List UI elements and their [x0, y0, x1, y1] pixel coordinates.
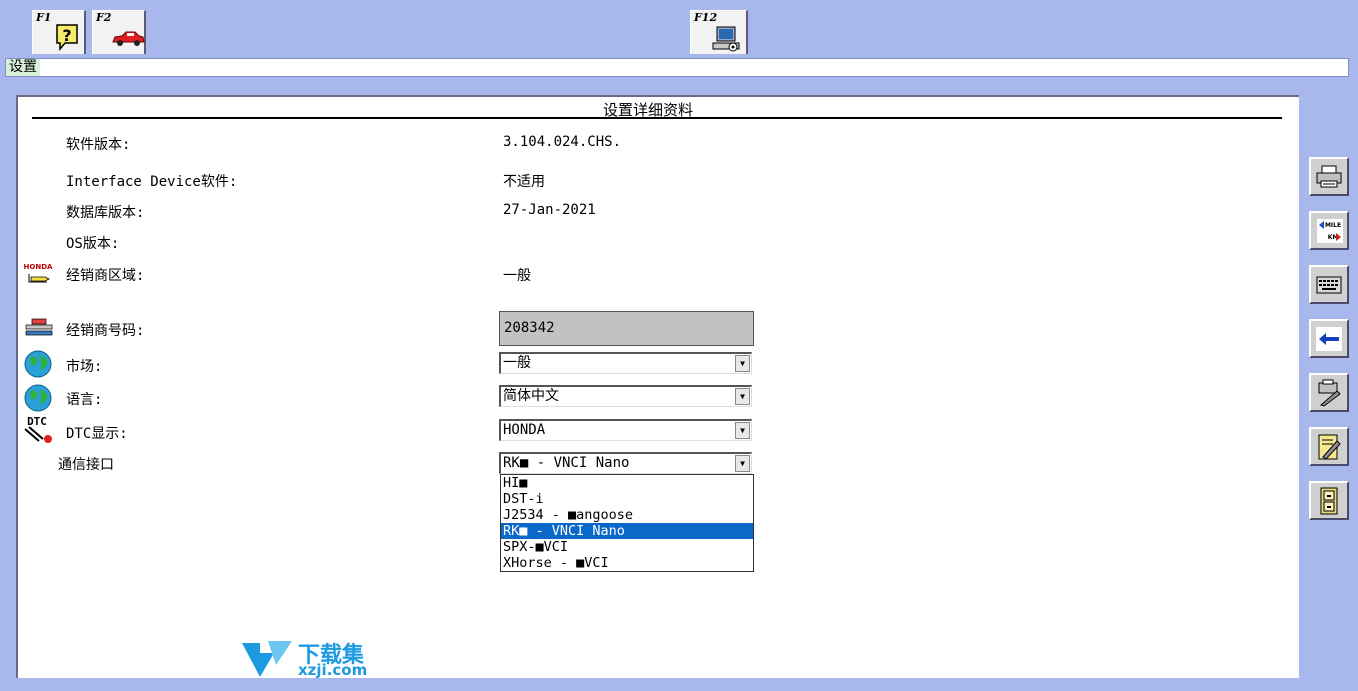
database-version-label: 数据库版本:: [66, 205, 145, 221]
edit-document-icon: [1318, 434, 1341, 460]
comm-interface-select[interactable]: RK■ - VNCI Nano ▼: [499, 452, 752, 474]
keyboard-button[interactable]: [1309, 265, 1349, 304]
dropdown-option[interactable]: HI■: [501, 475, 753, 491]
interface-device-value: 不适用: [503, 174, 545, 190]
honda-region-icon: HONDA: [24, 263, 53, 283]
dropdown-option[interactable]: DST-i: [501, 491, 753, 507]
settings-detail-panel: 设置详细资料 软件版本: 3.104.024.CHS. Interface De…: [16, 95, 1299, 678]
software-version-value: 3.104.024.CHS.: [503, 134, 622, 150]
f2-vehicle-button[interactable]: F2: [92, 10, 146, 54]
honda-icon-text: HONDA: [24, 263, 53, 271]
language-select[interactable]: 简体中文 ▼: [499, 385, 752, 407]
language-label: 语言:: [66, 392, 103, 408]
globe-market-icon: [24, 350, 52, 378]
computer-settings-icon: [712, 26, 740, 52]
dropdown-option[interactable]: SPX-■VCI: [501, 539, 753, 555]
back-button[interactable]: [1309, 319, 1349, 358]
svg-text:?: ?: [62, 26, 71, 45]
window-title-bar: 设置: [5, 58, 1349, 77]
printer-icon: [1316, 165, 1342, 188]
mile-km-button[interactable]: MILE KM: [1309, 211, 1349, 250]
dtc-display-label: DTC显示:: [66, 426, 128, 442]
market-select[interactable]: 一般 ▼: [499, 352, 752, 374]
window-title: 设置: [6, 59, 40, 76]
f1-help-button[interactable]: F1 ?: [32, 10, 86, 54]
globe-language-icon: [24, 384, 52, 412]
edit-document-button[interactable]: [1309, 427, 1349, 466]
bottom-status-strip: [0, 680, 1358, 691]
software-version-label: 软件版本:: [66, 137, 131, 153]
dealer-region-label: 经销商区域:: [66, 268, 145, 284]
market-label: 市场:: [66, 359, 103, 375]
f12-settings-button[interactable]: F12: [690, 10, 748, 54]
file-cabinet-button[interactable]: [1309, 481, 1349, 520]
market-selected-value: 一般: [503, 355, 531, 371]
mile-text: MILE: [1325, 222, 1341, 229]
dropdown-option-selected[interactable]: RK■ - VNCI Nano: [501, 523, 753, 539]
print-settings-icon: [1318, 379, 1341, 407]
print-button[interactable]: [1309, 157, 1349, 196]
comm-interface-label: 通信接口: [58, 457, 114, 473]
comm-interface-selected-value: RK■ - VNCI Nano: [503, 455, 630, 471]
dealer-number-field: 208342: [499, 311, 754, 346]
f2-label: F2: [96, 11, 112, 24]
dealer-region-value: 一般: [503, 268, 531, 284]
title-divider: [32, 117, 1282, 119]
help-question-icon: ?: [56, 24, 78, 51]
chevron-down-icon[interactable]: ▼: [735, 355, 750, 372]
dealer-building-icon: [25, 318, 53, 336]
dropdown-option[interactable]: XHorse - ■VCI: [501, 555, 753, 571]
watermark-en-text: xzji.com: [298, 661, 368, 679]
mile-km-convert-icon: MILE KM: [1317, 219, 1343, 243]
file-cabinet-icon: [1320, 487, 1338, 515]
chevron-down-icon[interactable]: ▼: [735, 422, 750, 439]
keyboard-icon: [1316, 276, 1342, 294]
car-icon: [112, 31, 145, 46]
dealer-number-label: 经销商号码:: [66, 323, 145, 339]
dtc-display-select[interactable]: HONDA ▼: [499, 419, 752, 441]
f1-label: F1: [36, 11, 52, 24]
language-selected-value: 简体中文: [503, 388, 559, 404]
dtc-icon-text: DTC: [27, 415, 47, 428]
dropdown-option[interactable]: J2534 - ■angoose: [501, 507, 753, 523]
comm-interface-dropdown-list: HI■ DST-i J2534 - ■angoose RK■ - VNCI Na…: [500, 474, 754, 572]
dtc-display-icon: DTC: [24, 415, 52, 443]
chevron-down-icon[interactable]: ▼: [735, 455, 750, 472]
download-arrow-icon: [242, 641, 292, 677]
chevron-down-icon[interactable]: ▼: [735, 388, 750, 405]
back-arrow-icon: [1316, 327, 1342, 351]
dtc-display-selected-value: HONDA: [503, 422, 546, 438]
print-settings-button[interactable]: [1309, 373, 1349, 412]
os-version-label: OS版本:: [66, 236, 120, 252]
interface-device-label: Interface Device软件:: [66, 174, 238, 190]
database-version-value: 27-Jan-2021: [503, 202, 596, 218]
f12-label: F12: [694, 11, 718, 24]
function-key-bar: F1 ? F2 F12: [0, 0, 1358, 56]
